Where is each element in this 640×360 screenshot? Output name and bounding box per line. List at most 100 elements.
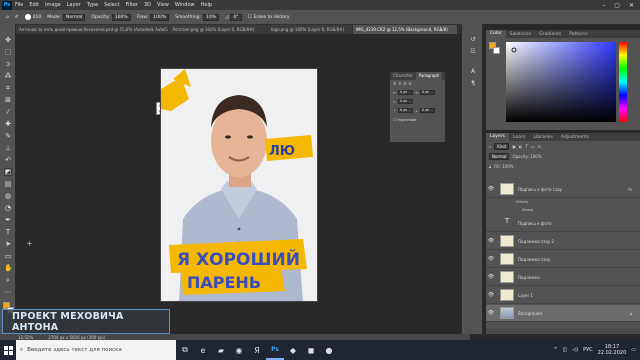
filter-adjust-icon[interactable]: ◐ [519, 144, 523, 149]
filter-smart-icon[interactable]: ⊡ [538, 144, 541, 149]
edge-icon[interactable]: e [194, 340, 212, 360]
layer-row[interactable]: 👁︎ Подпись к фото сзау fx [486, 181, 640, 198]
blend-mode-select[interactable]: Normal [489, 152, 510, 160]
taskbar-search[interactable]: ⌕ Введите здесь текст для поиска [16, 340, 176, 360]
tab-character[interactable]: Character [390, 72, 416, 80]
eraser-icon[interactable]: ✐ [15, 15, 19, 20]
space-after-field[interactable]: 0 pt [419, 108, 435, 113]
visibility-eye-icon[interactable]: 👁︎ [486, 310, 496, 316]
hyphenate-checkbox[interactable]: ☐ [393, 118, 396, 122]
type-tool-icon[interactable]: T [4, 228, 12, 236]
angle-field[interactable]: 0° [230, 13, 242, 21]
clone-stamp-tool-icon[interactable]: ⊥ [4, 144, 12, 152]
layer-row[interactable]: 👁︎ Layer 1 [486, 287, 640, 304]
menu-type[interactable]: Type [87, 2, 98, 8]
smoothing-field[interactable]: 10% [202, 13, 219, 21]
fx-icon[interactable]: fx [628, 187, 632, 192]
notifications-icon[interactable]: ▭ [631, 347, 636, 353]
rectangle-tool-icon[interactable]: ▭ [4, 252, 12, 260]
visibility-eye-icon[interactable]: 👁︎ [486, 186, 496, 192]
mode-select[interactable]: Normal [63, 13, 86, 21]
align-right-icon[interactable]: ☰ [403, 82, 406, 86]
stroke-effect-label[interactable]: Stroke [522, 208, 533, 212]
volume-icon[interactable]: ◁) [572, 347, 578, 353]
align-left-icon[interactable]: ☰ [393, 82, 396, 86]
menu-select[interactable]: Select [104, 2, 119, 8]
minimize-icon[interactable]: – [602, 2, 605, 9]
tab-paragraph[interactable]: Paragraph [415, 72, 443, 80]
app-icon-2[interactable]: ◼ [302, 340, 320, 360]
justify-icon[interactable]: ☰ [408, 82, 411, 86]
menu-window[interactable]: Window [175, 2, 195, 8]
pen-tool-icon[interactable]: ✒ [4, 216, 12, 224]
color-field[interactable] [506, 42, 616, 122]
tray-up-icon[interactable]: ^ [553, 347, 557, 353]
tab-patterns[interactable]: Patterns [565, 32, 592, 37]
tab-document-4[interactable]: IMG_4239.CR2 @ 12,5% (Background, RGB/8) [353, 25, 457, 34]
tab-document-3[interactable]: logo.png @ 100% (Layer 0, RGB/8#) [268, 25, 352, 34]
hue-slider[interactable] [619, 42, 627, 122]
filter-type-icon[interactable]: T [525, 144, 527, 149]
layer-row[interactable]: 👁︎ Подложка [486, 269, 640, 286]
tab-swatches[interactable]: Swatches [506, 32, 536, 37]
background-swatch[interactable] [493, 47, 500, 54]
layer-opacity[interactable]: Opacity: 100% [512, 154, 541, 159]
chrome-icon[interactable]: ◉ [230, 340, 248, 360]
tab-document-1[interactable]: Антонов за пять дней превью-Recovered.ps… [16, 25, 168, 34]
menu-view[interactable]: View [157, 2, 169, 8]
opacity-field[interactable]: 100% [111, 13, 131, 21]
task-view-icon[interactable]: ⧉ [176, 340, 194, 360]
frame-tool-icon[interactable]: ⊠ [4, 96, 12, 104]
eraser-tool-icon[interactable]: ◩ [4, 168, 12, 176]
home-icon[interactable]: ⌂ [6, 15, 9, 20]
move-tool-icon[interactable]: ✥ [4, 36, 12, 44]
explorer-icon[interactable]: ▰ [212, 340, 230, 360]
brush-preview-icon[interactable] [24, 14, 31, 20]
menu-filter[interactable]: Filter [126, 2, 138, 8]
eyedropper-tool-icon[interactable]: ⁄ [4, 108, 12, 116]
tab-learn[interactable]: Learn [509, 135, 530, 140]
healing-tool-icon[interactable]: ✚ [4, 120, 12, 128]
layer-row[interactable]: 👁︎ Подложка сзау [486, 251, 640, 268]
maximize-icon[interactable]: ▢ [614, 2, 620, 9]
dodge-tool-icon[interactable]: ◔ [4, 204, 12, 212]
app-icon-3[interactable]: ● [320, 340, 338, 360]
crop-tool-icon[interactable]: ⌗ [4, 84, 12, 92]
photoshop-taskbar-icon[interactable]: Ps [266, 340, 284, 360]
flow-field[interactable]: 100% [150, 13, 170, 21]
app-icon-1[interactable]: ◆ [284, 340, 302, 360]
menu-layer[interactable]: Layer [67, 2, 81, 8]
character-panel-icon[interactable]: A [469, 68, 477, 76]
tab-layers[interactable]: Layers [486, 133, 509, 141]
history-brush-tool-icon[interactable]: ↶ [4, 156, 12, 164]
layer-fill[interactable]: Fill: 100% [494, 164, 513, 169]
visibility-eye-icon[interactable]: 👁︎ [486, 238, 496, 244]
yandex-icon[interactable]: Я [248, 340, 266, 360]
menu-3d[interactable]: 3D [144, 2, 151, 8]
filter-shape-icon[interactable]: ▭ [531, 144, 535, 149]
brush-tool-icon[interactable]: ✎ [4, 132, 12, 140]
indent-left-field[interactable]: 0 pt [397, 90, 413, 95]
blur-tool-icon[interactable]: ◍ [4, 192, 12, 200]
magic-wand-tool-icon[interactable]: ⁂ [4, 72, 12, 80]
gradient-tool-icon[interactable]: ▤ [4, 180, 12, 188]
visibility-eye-icon[interactable]: 👁︎ [486, 274, 496, 280]
document-canvas[interactable]: ЛЮ Я ХОРОШИЙ ПАРЕНЬ [160, 68, 318, 302]
first-line-indent-field[interactable]: 0 pt [397, 99, 413, 104]
language-indicator[interactable]: РУС [583, 347, 593, 353]
tab-color[interactable]: Color [486, 30, 506, 38]
visibility-eye-icon[interactable]: 👁︎ [486, 256, 496, 262]
menu-help[interactable]: Help [201, 2, 212, 8]
paragraph-panel-icon[interactable]: ¶ [469, 80, 477, 88]
erase-to-history-checkbox[interactable]: ☐ [248, 15, 252, 20]
space-before-field[interactable]: 0 pt [397, 108, 413, 113]
close-icon[interactable]: ✕ [629, 2, 634, 9]
path-selection-tool-icon[interactable]: ➤ [4, 240, 12, 248]
layer-row-selected[interactable]: 👁︎ Background 🔒︎ [486, 305, 640, 322]
layer-row[interactable]: 👁︎ Подложка сзау 2 [486, 233, 640, 250]
network-icon[interactable]: ◫ [563, 347, 568, 353]
lasso-tool-icon[interactable]: ↄ [4, 60, 12, 68]
properties-panel-icon[interactable]: ☷ [469, 48, 477, 56]
clock[interactable]: 18:17 22.02.2020 [598, 344, 627, 356]
indent-right-field[interactable]: 0 pt [419, 90, 435, 95]
